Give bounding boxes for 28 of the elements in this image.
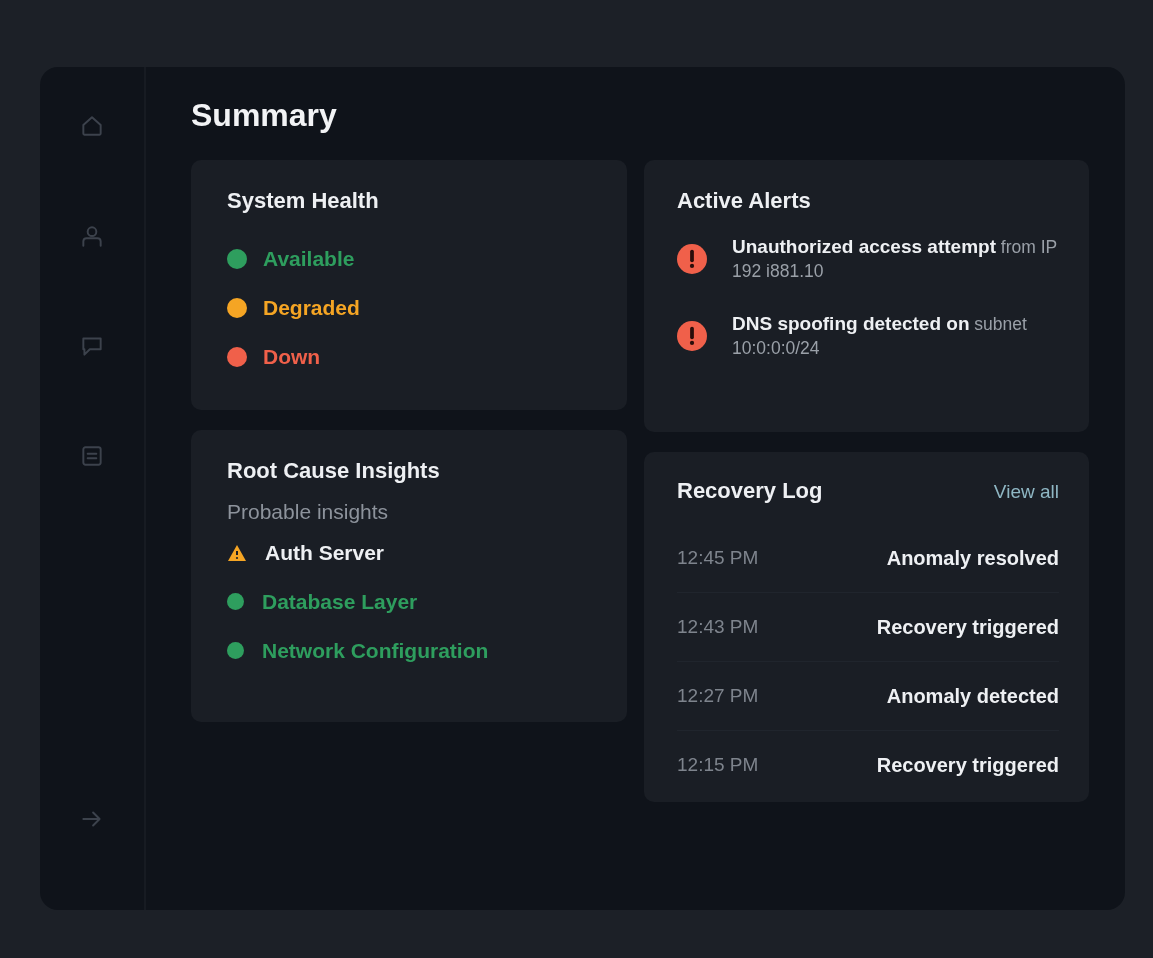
user-icon[interactable] <box>79 223 105 249</box>
alert-text: DNS spoofing detected on subnet 10:0:0:0/24 <box>732 312 1028 360</box>
card-title: Root Cause Insights <box>227 458 441 484</box>
log-time: 12:27 PM <box>677 685 759 707</box>
log-time: 12:43 PM <box>677 616 759 638</box>
list-icon[interactable] <box>79 443 105 469</box>
status-label: Down <box>263 344 321 369</box>
log-event: Anomaly detected <box>886 684 1059 708</box>
home-icon[interactable] <box>79 113 105 139</box>
log-time: 12:45 PM <box>677 547 759 569</box>
alert-icon <box>677 320 707 351</box>
card-title: Active Alerts <box>677 188 812 214</box>
status-label: Degraded <box>263 295 360 320</box>
log-time: 12:15 PM <box>677 754 759 776</box>
log-event: Recovery triggered <box>876 753 1059 777</box>
insight-label: Database Layer <box>262 589 418 614</box>
alert-text: Unauthorized access attempt from IP 192 i881.10 <box>732 235 1058 283</box>
card-title: System Health <box>227 188 380 214</box>
status-label: Available <box>263 246 355 271</box>
insight-label: Network Configuration <box>262 638 489 663</box>
insight-label: Auth Server <box>265 540 385 565</box>
log-event: Anomaly resolved <box>886 546 1059 570</box>
page-title: Summary <box>191 97 338 134</box>
card-title: Recovery Log <box>677 478 823 504</box>
card-subtitle: Probable insights <box>227 500 390 524</box>
view-all-link[interactable]: View all <box>993 481 1059 503</box>
alert-icon <box>677 243 707 274</box>
log-event: Recovery triggered <box>876 615 1059 639</box>
